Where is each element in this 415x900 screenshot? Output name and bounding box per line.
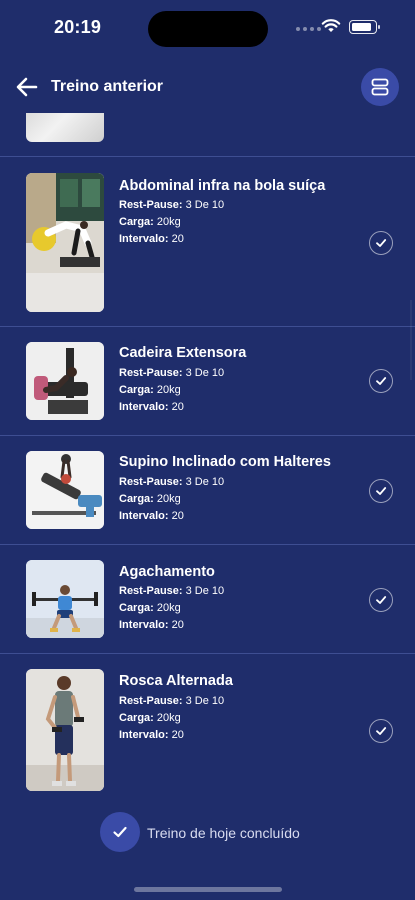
divider <box>0 435 415 436</box>
dynamic-island <box>148 11 268 47</box>
exercise-detail: Rest-Pause: 3 De 10 <box>119 367 225 379</box>
layout-stack-icon <box>371 78 389 96</box>
exercise-detail: Carga: 20kg <box>119 602 181 614</box>
exercise-detail: Intervalo: 20 <box>119 401 184 413</box>
battery-icon <box>349 20 380 34</box>
check-icon <box>376 596 387 604</box>
completed-check-button[interactable] <box>369 479 393 503</box>
completed-check-button[interactable] <box>369 719 393 743</box>
top-bar: Treino anterior <box>0 64 415 110</box>
battery-level <box>352 23 371 31</box>
check-icon <box>376 377 387 385</box>
exercise-detail: Carga: 20kg <box>119 384 181 396</box>
check-icon <box>376 727 387 735</box>
workout-complete-button[interactable] <box>100 812 140 852</box>
completed-check-button[interactable] <box>369 231 393 255</box>
status-time: 20:19 <box>54 17 102 37</box>
exercise-detail: Rest-Pause: 3 De 10 <box>119 476 225 488</box>
exercise-list[interactable]: Abdominal infra na bola suíça Rest-Pause… <box>0 113 415 873</box>
divider <box>0 156 415 157</box>
cellular-signal-icon <box>296 27 321 31</box>
exercise-name: Cadeira Extensora <box>119 345 247 361</box>
scrollbar[interactable] <box>410 300 412 380</box>
exercise-thumbnail <box>26 669 104 791</box>
exercise-name: Rosca Alternada <box>119 673 233 689</box>
completed-check-button[interactable] <box>369 369 393 393</box>
check-icon <box>376 487 387 495</box>
exercise-name: Supino Inclinado com Halteres <box>119 454 331 470</box>
layout-toggle-button[interactable] <box>361 68 399 106</box>
wifi-icon <box>321 19 341 32</box>
exercise-detail: Intervalo: 20 <box>119 233 184 245</box>
exercise-detail: Rest-Pause: 3 De 10 <box>119 585 225 597</box>
exercise-detail: Rest-Pause: 3 De 10 <box>119 695 225 707</box>
exercise-name: Abdominal infra na bola suíça <box>119 178 326 194</box>
completed-check-button[interactable] <box>369 588 393 612</box>
exercise-thumbnail <box>26 173 104 312</box>
exercise-detail: Carga: 20kg <box>119 216 181 228</box>
exercise-detail: Rest-Pause: 3 De 10 <box>119 199 225 211</box>
status-bar: 20:19 <box>0 0 415 58</box>
exercise-detail: Intervalo: 20 <box>119 729 184 741</box>
exercise-detail: Intervalo: 20 <box>119 619 184 631</box>
exercise-detail: Intervalo: 20 <box>119 510 184 522</box>
exercise-detail: Carga: 20kg <box>119 712 181 724</box>
exercise-name: Agachamento <box>119 564 215 580</box>
workout-complete-label: Treino de hoje concluído <box>147 825 300 841</box>
divider <box>0 326 415 327</box>
divider <box>0 653 415 654</box>
exercise-thumbnail <box>26 560 104 638</box>
check-icon <box>113 826 127 838</box>
exercise-thumbnail <box>26 342 104 420</box>
exercise-detail: Carga: 20kg <box>119 493 181 505</box>
arrow-left-icon[interactable] <box>14 74 40 100</box>
exercise-thumbnail-partial <box>26 113 104 142</box>
home-indicator[interactable] <box>134 887 282 892</box>
page-title: Treino anterior <box>51 78 164 95</box>
divider <box>0 544 415 545</box>
check-icon <box>376 239 387 247</box>
exercise-thumbnail <box>26 451 104 529</box>
